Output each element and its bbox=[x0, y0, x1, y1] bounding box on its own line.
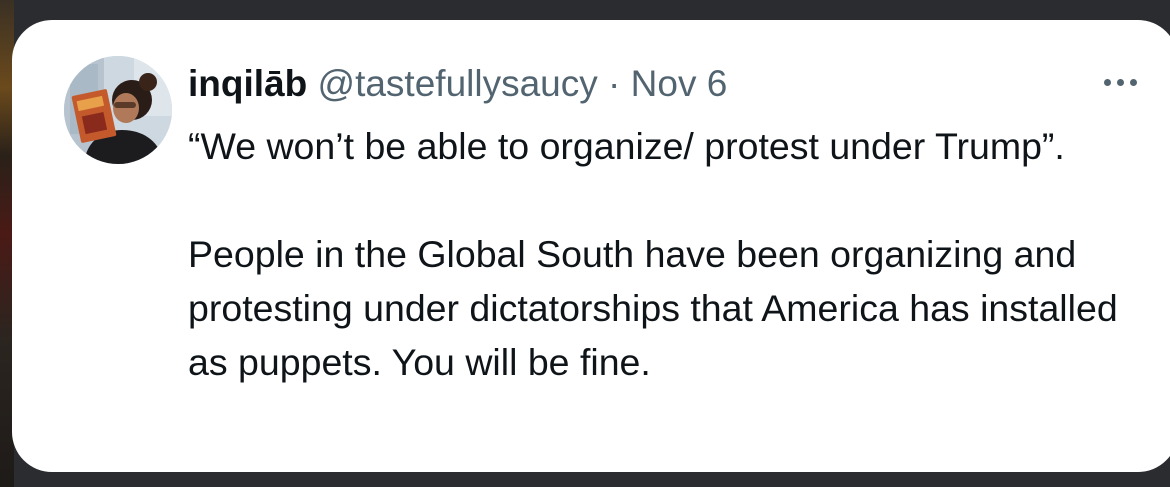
separator: · bbox=[608, 63, 621, 104]
timestamp[interactable]: Nov 6 bbox=[631, 63, 728, 104]
display-name[interactable]: inqilāb bbox=[188, 63, 307, 104]
tweet-card[interactable]: inqilāb @tastefullysaucy · Nov 6 “We won… bbox=[12, 20, 1170, 472]
avatar-photo bbox=[64, 56, 172, 164]
avatar[interactable] bbox=[64, 56, 172, 164]
tweet-paragraph-quote: “We won’t be able to organize/ protest u… bbox=[188, 125, 1065, 167]
tweet-paragraph-reply: People in the Global South have been org… bbox=[188, 233, 1118, 383]
handle[interactable]: @tastefullysaucy bbox=[318, 63, 598, 104]
more-horizontal-icon-dot bbox=[1116, 78, 1124, 86]
tweet-header: inqilāb @tastefullysaucy · Nov 6 bbox=[188, 62, 727, 106]
more-horizontal-icon-dot bbox=[1129, 78, 1137, 86]
tweet-body: “We won’t be able to organize/ protest u… bbox=[188, 119, 1118, 389]
screen: inqilāb @tastefullysaucy · Nov 6 “We won… bbox=[0, 0, 1170, 487]
more-options-button[interactable] bbox=[1092, 68, 1148, 96]
more-horizontal-icon bbox=[1103, 78, 1111, 86]
